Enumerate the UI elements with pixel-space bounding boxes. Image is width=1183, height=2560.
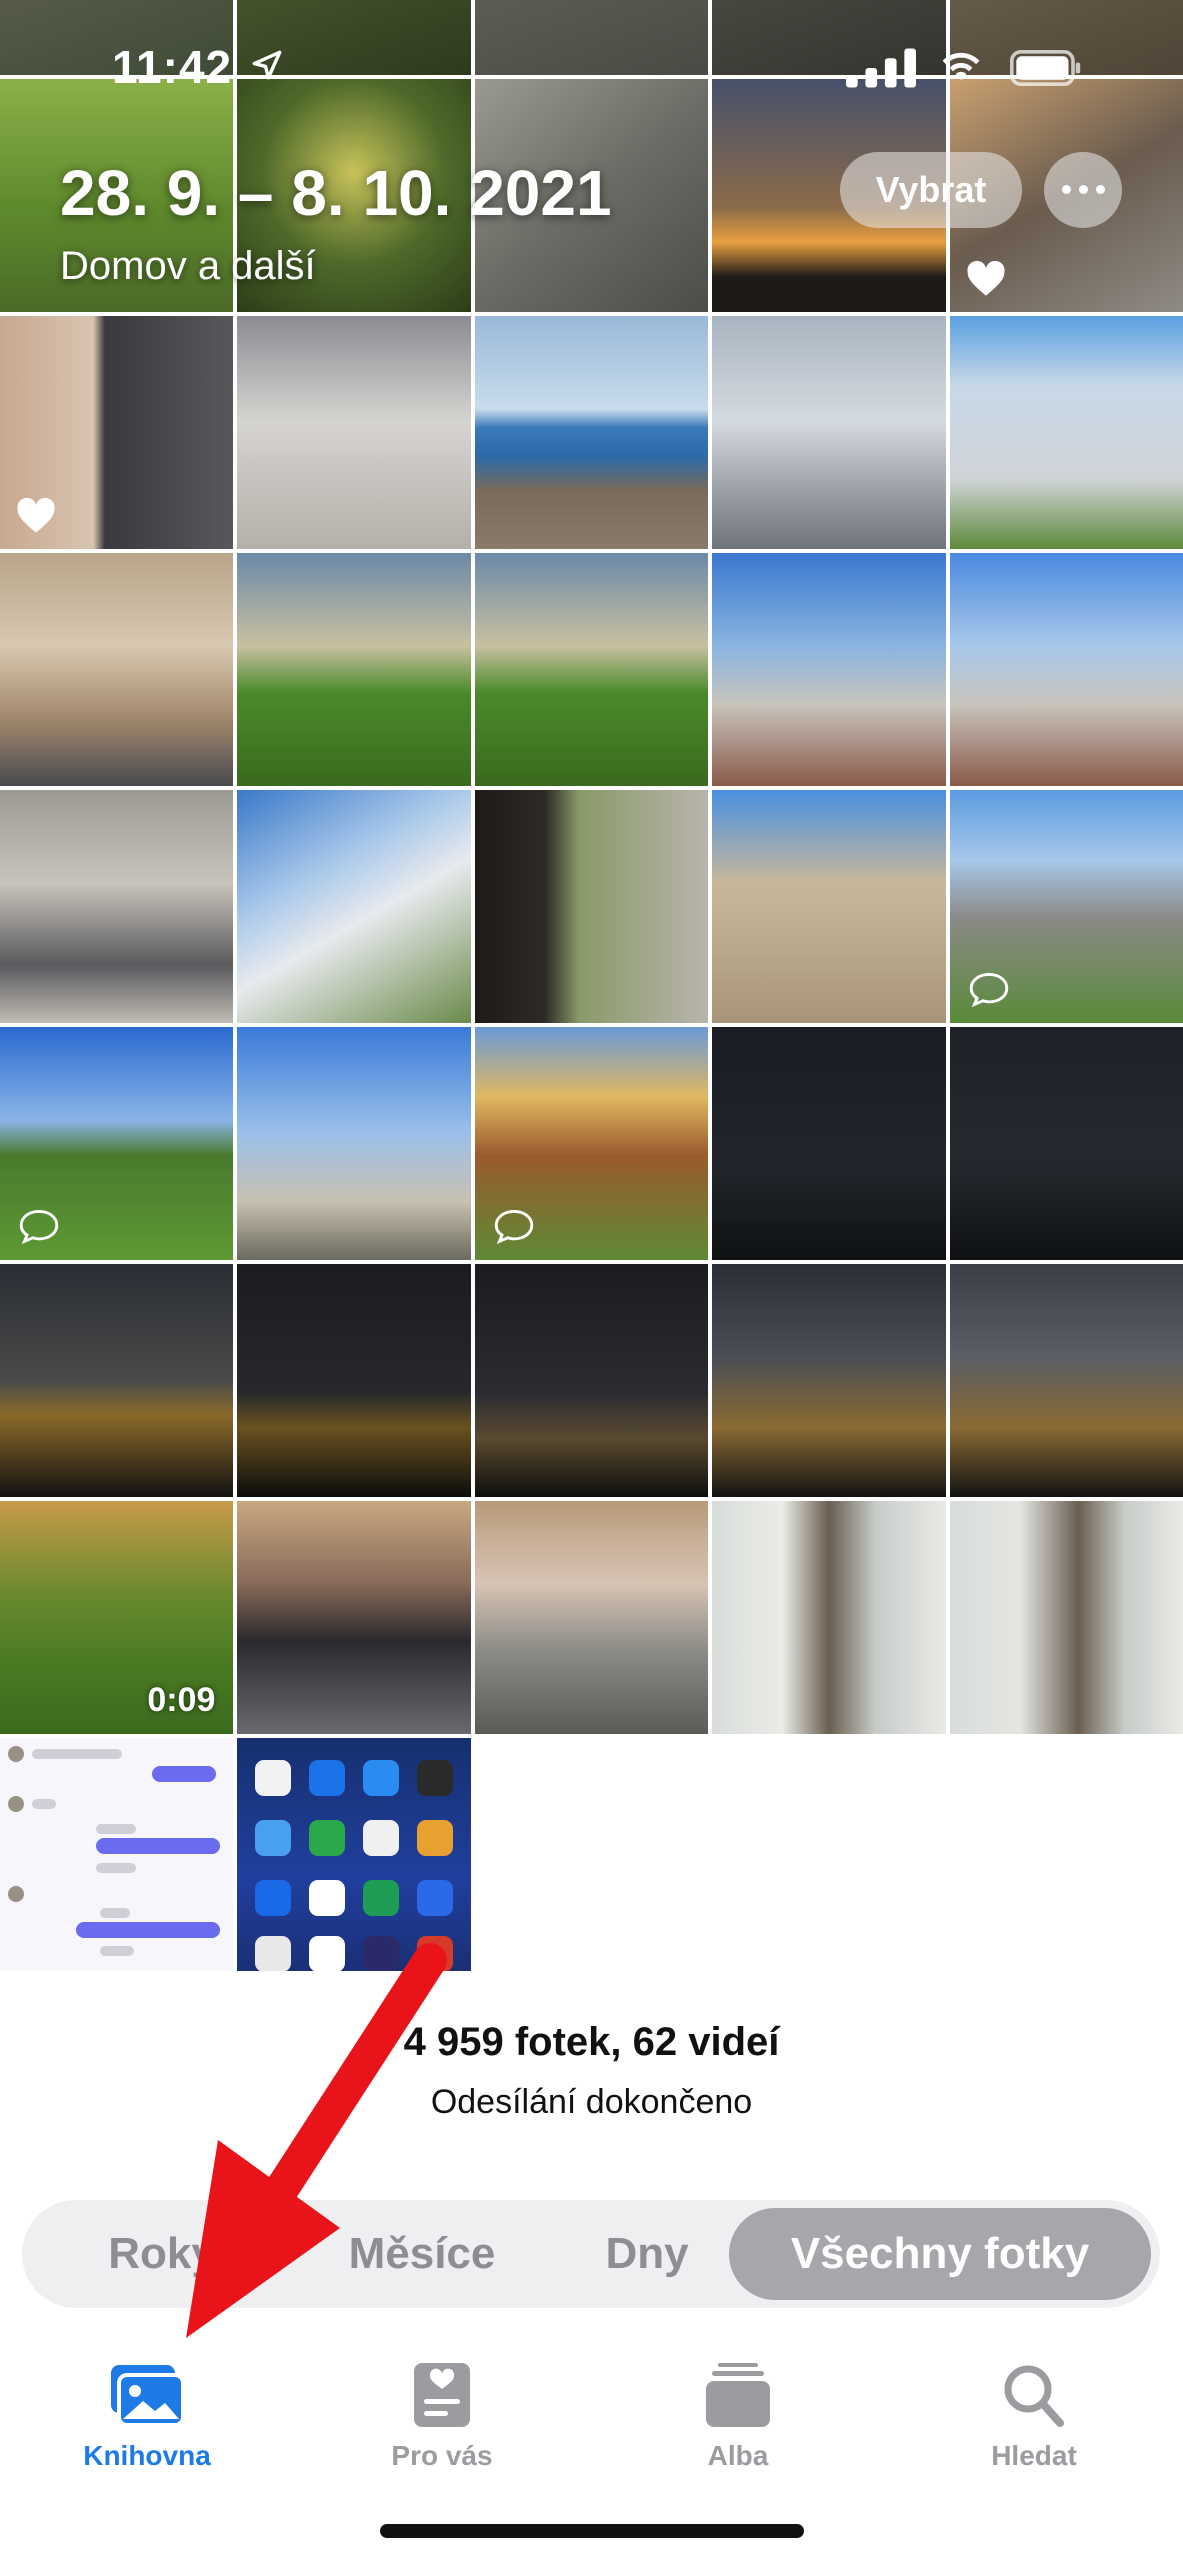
photo-thumbnail[interactable] xyxy=(949,790,1183,1023)
photo-thumbnail[interactable] xyxy=(474,553,709,786)
photo-thumbnail[interactable] xyxy=(474,1501,709,1734)
photo-thumbnail[interactable] xyxy=(474,316,709,549)
photo-thumbnail[interactable] xyxy=(237,316,471,549)
segment-all-photos[interactable]: Všechny fotky xyxy=(729,2200,1151,2308)
photo-thumbnail[interactable] xyxy=(237,553,471,786)
more-options-button[interactable] xyxy=(1044,152,1122,228)
tab-label: Alba xyxy=(707,2440,769,2471)
photo-thumbnail[interactable] xyxy=(474,1027,709,1260)
view-segmented-control: Roky Měsíce Dny Všechny fotky xyxy=(22,2200,1160,2308)
photo-library-icon xyxy=(111,2365,185,2427)
photo-thumbnail[interactable] xyxy=(474,790,709,1023)
photo-thumbnail[interactable] xyxy=(237,1027,471,1260)
photo-thumbnail[interactable] xyxy=(949,1264,1183,1497)
photo-thumbnail[interactable] xyxy=(474,1264,709,1497)
comment-bubble-icon xyxy=(969,973,1008,1007)
segment-days[interactable]: Dny xyxy=(542,2200,752,2308)
favorite-heart-icon xyxy=(967,260,1005,296)
segment-months[interactable]: Měsíce xyxy=(302,2200,542,2308)
photo-thumbnail[interactable] xyxy=(712,790,946,1023)
photo-thumbnail[interactable] xyxy=(949,1501,1183,1734)
photo-thumbnail[interactable] xyxy=(712,316,946,549)
tab-search[interactable]: Hledat xyxy=(934,2330,1134,2480)
photo-thumbnail[interactable] xyxy=(0,316,234,549)
library-count: 4 959 fotek, 62 videí xyxy=(403,2020,780,2064)
tab-library[interactable]: Knihovna xyxy=(47,2330,247,2480)
tab-for-you[interactable]: Pro vás xyxy=(342,2330,542,2480)
photo-thumbnail[interactable] xyxy=(949,316,1183,549)
for-you-icon xyxy=(414,2363,470,2427)
comment-bubble-icon xyxy=(19,1210,59,1244)
photo-thumbnail[interactable] xyxy=(0,790,234,1023)
albums-icon xyxy=(706,2363,770,2427)
screenshot-thumbnail[interactable] xyxy=(0,1738,234,1971)
photo-thumbnail[interactable] xyxy=(712,1027,946,1260)
tab-label: Pro vás xyxy=(391,2440,493,2471)
photo-thumbnail[interactable] xyxy=(0,553,234,786)
status-time: 11:42 xyxy=(112,41,233,93)
photo-thumbnail[interactable] xyxy=(949,553,1183,786)
screenshot-thumbnail[interactable] xyxy=(237,1738,471,1971)
search-icon xyxy=(1004,2365,1064,2427)
photo-thumbnail[interactable] xyxy=(237,1264,471,1497)
tab-label: Hledat xyxy=(991,2440,1077,2471)
status-bar: 11:42 xyxy=(0,0,1183,140)
photo-thumbnail[interactable] xyxy=(0,1027,234,1260)
tab-albums[interactable]: Alba xyxy=(638,2330,838,2480)
photo-thumbnail[interactable] xyxy=(712,1501,946,1734)
favorite-heart-icon xyxy=(17,497,55,533)
ellipsis-icon xyxy=(1058,181,1109,199)
photo-thumbnail[interactable] xyxy=(949,1027,1183,1260)
comment-bubble-icon xyxy=(494,1210,534,1244)
battery-icon xyxy=(1010,50,1081,86)
location-arrow-icon xyxy=(252,50,282,80)
photo-thumbnail[interactable] xyxy=(712,553,946,786)
photo-thumbnail[interactable] xyxy=(237,1501,471,1734)
date-range-title: 28. 9. – 8. 10. 2021 xyxy=(60,157,612,229)
location-subtitle: Domov a další xyxy=(60,244,316,288)
photo-thumbnail[interactable] xyxy=(712,1264,946,1497)
video-duration: 0:09 xyxy=(147,1681,216,1719)
home-indicator xyxy=(380,2524,804,2538)
wifi-icon xyxy=(942,52,980,80)
cellular-signal-icon xyxy=(846,48,916,88)
photo-thumbnail[interactable] xyxy=(0,1264,234,1497)
select-button[interactable]: Vybrat xyxy=(840,152,1022,228)
photo-thumbnail[interactable]: 0:09 xyxy=(0,1501,234,1734)
tab-label: Knihovna xyxy=(83,2440,211,2471)
upload-status: Odesílání dokončeno xyxy=(430,2083,753,2121)
photo-grid: 0:09 xyxy=(0,0,1183,1971)
segment-years[interactable]: Roky xyxy=(52,2200,272,2308)
photo-thumbnail[interactable] xyxy=(237,790,471,1023)
